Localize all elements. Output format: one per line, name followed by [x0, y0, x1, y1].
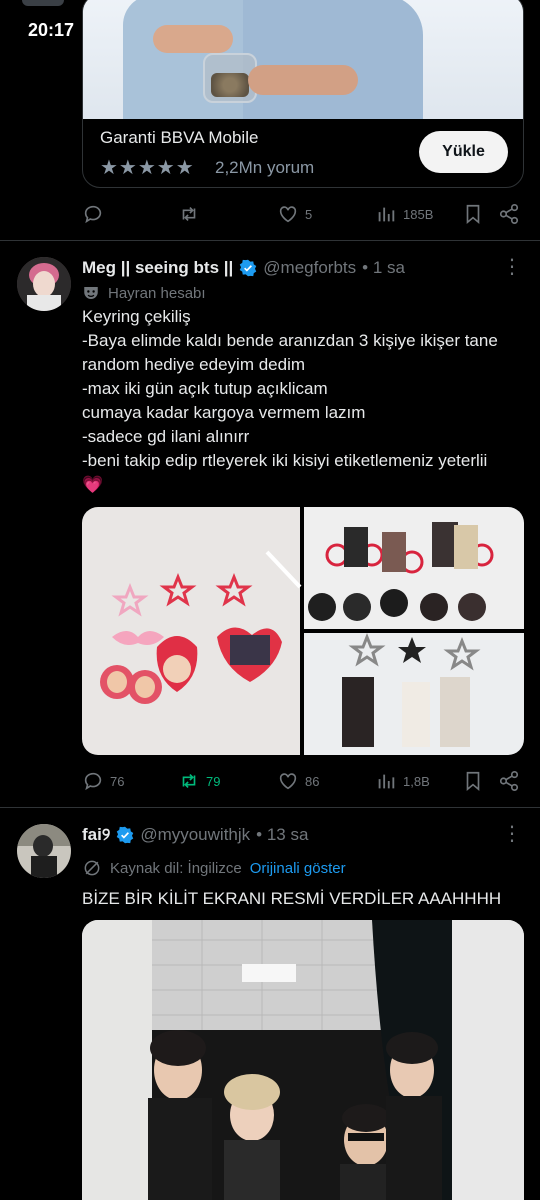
share-button[interactable]	[498, 767, 520, 795]
status-time: 20:17	[28, 20, 75, 40]
avatar-photo	[17, 257, 71, 311]
tweet-line: -max iki gün açık tutup açıklicam	[82, 379, 328, 398]
tweet-line: cumaya kadar kargoya vermem lazım	[82, 403, 366, 422]
share-button[interactable]	[498, 200, 520, 228]
views-button[interactable]: 185B	[375, 200, 433, 228]
bookmark-icon	[466, 771, 480, 792]
views-button[interactable]: 1,8B	[375, 767, 430, 795]
views-icon	[378, 774, 395, 789]
tweet-line: random hediye edeyim dedim	[82, 355, 306, 374]
tweet-action-bar: 76 79 86 1,8B	[82, 767, 524, 795]
keyring-photo-top-right	[304, 507, 524, 629]
view-count: 1,8B	[403, 773, 430, 789]
ad-action-bar: 5 185B	[82, 200, 524, 228]
avatar[interactable]	[17, 824, 71, 878]
timestamp[interactable]: • 13 sa	[256, 825, 308, 845]
tweet-header: Meg || seeing bts || @megforbts • 1 sa	[82, 256, 405, 280]
tweet-text: BİZE BİR KİLİT EKRANI RESMİ VERDİLER AAA…	[82, 889, 502, 908]
handle[interactable]: @megforbts	[263, 258, 356, 278]
display-name[interactable]: fai୨	[82, 825, 110, 845]
reply-count: 76	[110, 773, 125, 789]
fan-account-label: Hayran hesabı	[82, 282, 206, 304]
tweet-line: -sadece gd ilani alınırr	[82, 427, 250, 446]
media-grid	[82, 507, 524, 755]
group-photo	[82, 920, 524, 1200]
translation-bar: Kaynak dil: İngilizce Orijinali göster	[82, 857, 346, 879]
ad-image[interactable]	[83, 0, 523, 119]
retweet-button[interactable]	[178, 200, 200, 228]
install-button[interactable]: Yükle	[419, 131, 508, 173]
ad-app-name: Garanti BBVA Mobile	[100, 128, 259, 147]
retweet-button[interactable]: 79	[178, 767, 220, 795]
translate-icon	[84, 860, 100, 876]
handle[interactable]: @myyouwithjk	[140, 825, 250, 845]
bookmark-button[interactable]	[462, 200, 484, 228]
timestamp[interactable]: • 1 sa	[362, 258, 405, 278]
views-icon	[378, 207, 395, 222]
verified-badge-icon	[240, 259, 257, 277]
verified-badge-icon	[117, 826, 134, 844]
avatar[interactable]	[17, 257, 71, 311]
avatar-photo	[17, 824, 71, 878]
fan-account-text: Hayran hesabı	[108, 284, 206, 302]
heart-icon	[279, 773, 297, 790]
bookmark-button[interactable]	[462, 767, 484, 795]
media-images	[82, 507, 524, 755]
peek-avatar	[22, 0, 64, 6]
tweet-photo[interactable]	[82, 920, 524, 1200]
keyring-photo-bottom-right	[304, 632, 524, 755]
retweet-icon	[182, 206, 196, 222]
divider	[0, 240, 540, 241]
masks-icon	[84, 287, 98, 299]
tweet-line: Keyring çekiliş	[82, 307, 191, 326]
tweet-line: 💗	[82, 475, 104, 494]
view-count: 185B	[403, 206, 434, 222]
reply-button[interactable]: 76	[82, 767, 124, 795]
tweet-line: -beni takip edip rtleyerek iki kisiyi et…	[82, 451, 488, 470]
share-icon	[499, 204, 519, 224]
like-button[interactable]: 86	[277, 767, 319, 795]
reply-icon	[84, 772, 102, 791]
tweet-text: Keyring çekiliş -Baya elimde kaldı bende…	[82, 305, 524, 497]
more-options-icon[interactable]: ⋮	[500, 257, 524, 282]
heart-icon	[279, 206, 297, 223]
tweet-header: fai୨ @myyouwithjk • 13 sa	[82, 823, 308, 847]
more-options-icon[interactable]: ⋮	[500, 824, 524, 849]
divider	[0, 807, 540, 808]
like-count: 5	[305, 206, 313, 222]
keyring-photo-left	[82, 507, 302, 755]
show-original-link[interactable]: Orijinali göster	[250, 860, 346, 877]
reply-button[interactable]	[82, 200, 104, 228]
promoted-app-card[interactable]: Garanti BBVA Mobile ★★★★★ 2,2Mn yorum Yü…	[82, 0, 524, 188]
tweet-line: -Baya elimde kaldı bende aranızdan 3 kiş…	[82, 331, 498, 350]
source-language: Kaynak dil: İngilizce	[110, 859, 242, 877]
rating-stars-icon: ★★★★★	[100, 157, 195, 179]
like-count: 86	[305, 773, 320, 789]
share-icon	[499, 771, 519, 791]
bookmark-icon	[466, 204, 480, 225]
like-button[interactable]: 5	[277, 200, 312, 228]
ad-review-count: 2,2Mn yorum	[215, 158, 315, 177]
retweet-count: 79	[206, 773, 221, 789]
reply-icon	[84, 205, 102, 224]
display-name[interactable]: Meg || seeing bts ||	[82, 258, 233, 278]
retweet-icon	[182, 773, 196, 789]
